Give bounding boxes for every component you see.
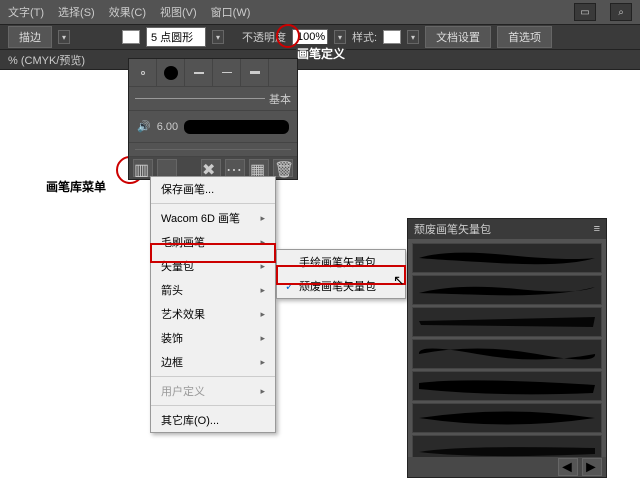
style-dropdown[interactable] [407,30,419,44]
delete-icon[interactable]: 🗑 [273,159,293,177]
submenu-hand-drawn[interactable]: 手绘画笔矢量包 [277,250,405,274]
callout-brush-library-menu: 画笔库菜单 [46,178,106,195]
prev-icon[interactable]: ◄ [558,458,578,476]
next-icon[interactable]: ► [582,458,602,476]
new-brush-icon[interactable]: ▦ [249,159,269,177]
menu-other-library[interactable]: 其它库(O)... [151,408,275,432]
brush-library-menu: 保存画笔... Wacom 6D 画笔 毛刷画笔 矢量包 箭头 艺术效果 装饰 … [150,176,276,433]
libraries-icon[interactable] [157,159,177,177]
opacity-label: 不透明度 [242,29,286,45]
brush-thumb-5[interactable] [241,59,269,87]
doc-setup-button[interactable]: 文档设置 [425,26,491,48]
opacity-dropdown[interactable] [334,30,346,44]
status-text: % (CMYK/预览) [8,55,85,67]
opacity-field[interactable]: 100% [292,29,328,45]
style-swatch[interactable] [383,30,401,44]
brush-item[interactable] [412,275,602,305]
brush-thumb-4[interactable] [213,59,241,87]
menu-vector-pack[interactable]: 矢量包 [151,254,275,278]
brushes-panel: 基本 🔊 6.00 ▥ ✖ ⋯ ▦ 🗑 [128,58,298,180]
brush-thumb-1[interactable] [129,59,157,87]
check-icon: ✓ [285,280,295,293]
menu-decorative[interactable]: 装饰 [151,326,275,350]
menu-separator [151,405,275,406]
speaker-icon: 🔊 [137,120,151,133]
brush-preset-field[interactable]: 5 点圆形 [146,27,206,47]
brush-item[interactable] [412,403,602,433]
brush-basic-row[interactable]: 基本 [129,87,297,111]
panel-header: 颓废画笔矢量包 ≡ [408,219,606,239]
menu-save-brushes[interactable]: 保存画笔... [151,177,275,201]
brush-item[interactable] [412,339,602,369]
prefs-button[interactable]: 首选项 [497,26,552,48]
menu-select[interactable]: 选择(S) [58,4,95,20]
brush-stroke-preview [184,120,289,134]
brush-thumb-3[interactable] [185,59,213,87]
brush-thumb-2[interactable] [157,59,185,87]
panel-title: 颓废画笔矢量包 [414,221,491,237]
brush-size-row: 🔊 6.00 [129,111,297,143]
vector-pack-submenu: 手绘画笔矢量包 ✓ 颓废画笔矢量包 [276,249,406,299]
color-swatch[interactable] [122,30,140,44]
menu-borders[interactable]: 边框 [151,350,275,374]
brush-thumbnails-row [129,59,297,87]
remove-stroke-icon[interactable]: ✖ [201,159,221,177]
brush-item[interactable] [412,243,602,273]
panel-footer: ◄ ► [408,457,606,477]
panel-menu-icon[interactable]: ≡ [594,223,600,235]
menu-text[interactable]: 文字(T) [8,4,44,20]
menu-wacom-6d[interactable]: Wacom 6D 画笔 [151,206,275,230]
menu-separator [151,203,275,204]
submenu-grunge[interactable]: ✓ 颓废画笔矢量包 [277,274,405,298]
menu-effect[interactable]: 效果(C) [109,4,146,20]
style-label: 样式: [352,29,377,45]
menu-separator [151,376,275,377]
callout-brush-definition: 画笔定义 [296,44,346,63]
brush-library-icon[interactable]: ▥ [133,159,153,177]
brush-item[interactable] [412,371,602,401]
stroke-dropdown[interactable] [58,30,70,44]
brush-item[interactable] [412,307,602,337]
menu-arrows[interactable]: 箭头 [151,278,275,302]
layout-icon[interactable]: ▭ [574,3,596,21]
options-icon[interactable]: ⋯ [225,159,245,177]
menu-bristle-brush[interactable]: 毛刷画笔 [151,230,275,254]
grunge-brush-panel: 颓废画笔矢量包 ≡ ◄ ► [407,218,607,478]
menu-view[interactable]: 视图(V) [160,4,197,20]
search-icon[interactable]: ⌕ [610,3,632,21]
brush-size-value[interactable]: 6.00 [157,121,178,133]
brush-preset-dropdown[interactable] [212,30,224,44]
menu-artistic[interactable]: 艺术效果 [151,302,275,326]
menu-window[interactable]: 窗口(W) [211,4,251,20]
stroke-button[interactable]: 描边 [8,26,52,48]
menu-bar: 文字(T) 选择(S) 效果(C) 视图(V) 窗口(W) ▭ ⌕ [0,0,640,24]
brush-list [408,239,606,469]
menu-user-defined: 用户定义 [151,379,275,403]
brush-basic-label: 基本 [269,91,291,107]
